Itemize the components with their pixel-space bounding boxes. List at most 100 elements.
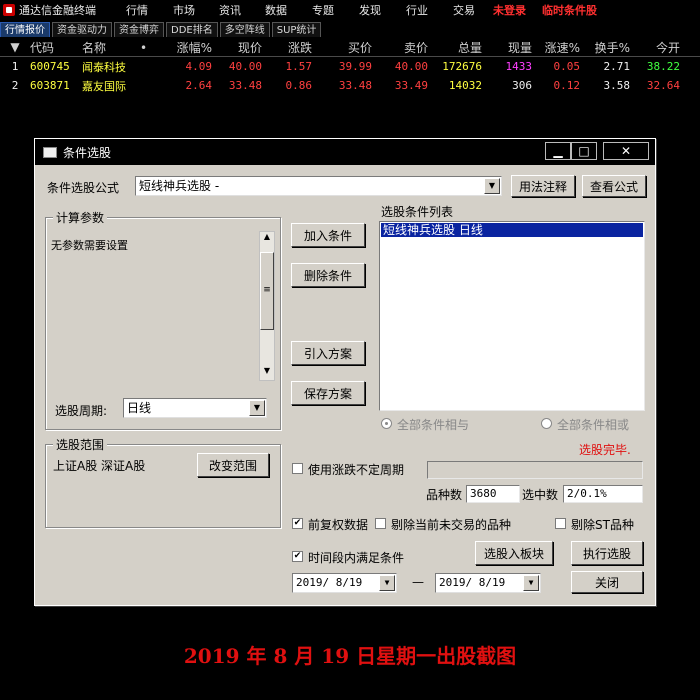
chevron-down-icon[interactable]: ▼ bbox=[249, 400, 265, 416]
row-bid: 39.99 bbox=[338, 60, 372, 73]
minimize-icon: ▁ bbox=[553, 144, 563, 158]
col-speed[interactable]: 涨速% bbox=[532, 39, 580, 56]
col-pct[interactable]: 涨幅% bbox=[162, 39, 212, 56]
delete-condition-button[interactable]: 删除条件 bbox=[291, 263, 365, 287]
row-turnover: 2.71 bbox=[603, 60, 631, 73]
row-ask: 40.00 bbox=[394, 60, 428, 73]
save-scheme-button[interactable]: 保存方案 bbox=[291, 381, 365, 405]
period-range-field[interactable] bbox=[427, 461, 643, 479]
menu-data[interactable]: 数据 bbox=[265, 2, 287, 18]
col-current-volume[interactable]: 现量 bbox=[482, 39, 532, 56]
formula-select[interactable]: 短线神兵选股 - ▼ bbox=[135, 176, 502, 196]
import-scheme-button[interactable]: 引入方案 bbox=[291, 341, 365, 365]
row-change: 1.57 bbox=[285, 60, 313, 73]
col-price[interactable]: 现价 bbox=[212, 39, 262, 56]
date-from-value: 2019/ 8/19 bbox=[296, 576, 363, 589]
table-header: ▼ 代码 名称 • 涨幅% 现价 涨跌 买价 卖价 总量 现量 涨速% 换手% 今… bbox=[0, 38, 700, 57]
tab-long-short[interactable]: 多空阵线 bbox=[219, 22, 270, 37]
row-speed: 0.12 bbox=[553, 79, 581, 92]
use-period-label: 使用涨跌不定周期 bbox=[308, 463, 405, 477]
minimize-button[interactable]: ▁ bbox=[545, 142, 571, 160]
time-range-checkbox[interactable]: ✔ bbox=[292, 551, 303, 562]
row-name: 闻泰科技 bbox=[82, 60, 126, 74]
dialog-window-icon bbox=[43, 146, 57, 158]
scroll-up-icon[interactable]: ▲ bbox=[260, 232, 274, 246]
row-ask: 33.49 bbox=[394, 79, 428, 92]
row-index: 2 bbox=[11, 79, 19, 92]
row-pct: 2.64 bbox=[185, 79, 213, 92]
row-code: 600745 bbox=[30, 60, 70, 73]
footer-caption: 2019 年 8 月 19 日星期一出股截图 bbox=[183, 644, 517, 668]
table-row[interactable]: 1 600745 闻泰科技 4.09 40.00 1.57 39.99 40.0… bbox=[0, 57, 700, 76]
hit-field: 2/0.1% bbox=[563, 485, 643, 503]
tab-sup-stats[interactable]: SUP统计 bbox=[271, 22, 322, 37]
view-formula-button[interactable]: 查看公式 bbox=[582, 175, 646, 197]
exclude-st-label: 剔除ST品种 bbox=[571, 518, 634, 532]
exclude-st-checkbox[interactable] bbox=[555, 518, 566, 529]
date-to-picker[interactable]: 2019/ 8/19 ▼ bbox=[435, 573, 541, 593]
tab-capital-game[interactable]: 资金博弈 bbox=[114, 22, 164, 37]
period-select[interactable]: 日线 ▼ bbox=[123, 398, 267, 418]
col-ask[interactable]: 卖价 bbox=[372, 39, 428, 56]
close-button[interactable]: 关闭 bbox=[571, 571, 643, 593]
usage-notes-button[interactable]: 用法注释 bbox=[511, 175, 575, 197]
radio-all-and[interactable] bbox=[381, 418, 392, 429]
chevron-down-icon[interactable]: ▼ bbox=[523, 575, 539, 591]
execute-button[interactable]: 执行选股 bbox=[571, 541, 643, 565]
col-turnover[interactable]: 换手% bbox=[580, 39, 630, 56]
menu-temp-condition-stocks[interactable]: 临时条件股 bbox=[542, 2, 597, 18]
col-change[interactable]: 涨跌 bbox=[262, 39, 312, 56]
dialog-title: 条件选股 bbox=[63, 145, 112, 160]
tab-dde-rank[interactable]: DDE排名 bbox=[166, 22, 218, 37]
close-window-button[interactable]: ✕ bbox=[603, 142, 649, 160]
table-row[interactable]: 2 603871 嘉友国际 2.64 33.48 0.86 33.48 33.4… bbox=[0, 76, 700, 95]
col-open[interactable]: 今开 bbox=[630, 39, 680, 56]
menu-news[interactable]: 资讯 bbox=[219, 2, 241, 18]
to-board-button[interactable]: 选股入板块 bbox=[475, 541, 553, 565]
row-name: 嘉友国际 bbox=[82, 79, 126, 93]
range-group-title: 选股范围 bbox=[53, 436, 108, 453]
row-price: 40.00 bbox=[228, 60, 262, 73]
col-name[interactable]: 名称 • bbox=[82, 39, 162, 56]
row-speed: 0.05 bbox=[553, 60, 581, 73]
adjust-checkbox[interactable]: ✔ bbox=[292, 518, 303, 529]
menu-bar: 通达信金融终端 行情 市场 资讯 数据 专题 发现 行业 交易 未登录 临时条件… bbox=[0, 0, 700, 20]
scroll-down-icon[interactable]: ▼ bbox=[260, 366, 274, 380]
chevron-down-icon[interactable]: ▼ bbox=[484, 178, 500, 194]
date-from-picker[interactable]: 2019/ 8/19 ▼ bbox=[292, 573, 397, 593]
menu-industry[interactable]: 行业 bbox=[406, 2, 428, 18]
menu-topics[interactable]: 专题 bbox=[312, 2, 334, 18]
col-code[interactable]: 代码 bbox=[30, 39, 82, 56]
scroll-thumb[interactable]: ≡ bbox=[260, 252, 274, 330]
row-volume: 172676 bbox=[442, 60, 482, 73]
row-turnover: 3.58 bbox=[603, 79, 631, 92]
stock-table: ▼ 代码 名称 • 涨幅% 现价 涨跌 买价 卖价 总量 现量 涨速% 换手% 今… bbox=[0, 38, 700, 95]
params-scrollbar[interactable]: ▲ ≡ ▼ bbox=[259, 231, 275, 381]
adjust-label: 前复权数据 bbox=[308, 518, 369, 532]
exclude-untraded-checkbox[interactable] bbox=[375, 518, 386, 529]
menu-market[interactable]: 市场 bbox=[173, 2, 195, 18]
tab-quotes[interactable]: 行情报价 bbox=[0, 22, 50, 37]
chevron-down-icon[interactable]: ▼ bbox=[379, 575, 395, 591]
condition-list-item[interactable]: 短线神兵选股 日线 bbox=[381, 223, 643, 237]
count-label: 品种数 bbox=[426, 488, 463, 502]
use-period-checkbox[interactable] bbox=[292, 463, 303, 474]
menu-not-logged-in[interactable]: 未登录 bbox=[493, 2, 526, 18]
row-current-volume: 306 bbox=[512, 79, 532, 92]
menu-discover[interactable]: 发现 bbox=[359, 2, 381, 18]
menu-trade[interactable]: 交易 bbox=[453, 2, 475, 18]
radio-all-or[interactable] bbox=[541, 418, 552, 429]
change-range-button[interactable]: 改变范围 bbox=[197, 453, 269, 477]
range-text: 上证A股 深证A股 bbox=[53, 459, 146, 473]
menu-quotes[interactable]: 行情 bbox=[126, 2, 148, 18]
row-bid: 33.48 bbox=[338, 79, 372, 92]
tab-capital-drive[interactable]: 资金驱动力 bbox=[52, 22, 112, 37]
add-condition-button[interactable]: 加入条件 bbox=[291, 223, 365, 247]
dialog-titlebar[interactable]: 条件选股 ▁ □ ✕ bbox=[35, 139, 655, 165]
sort-triangle-icon[interactable]: ▼ bbox=[0, 40, 30, 54]
col-bid[interactable]: 买价 bbox=[312, 39, 372, 56]
maximize-button[interactable]: □ bbox=[571, 142, 597, 160]
condition-list[interactable]: 短线神兵选股 日线 bbox=[379, 221, 645, 411]
time-range-label: 时间段内满足条件 bbox=[308, 551, 405, 565]
col-volume[interactable]: 总量 bbox=[428, 39, 482, 56]
